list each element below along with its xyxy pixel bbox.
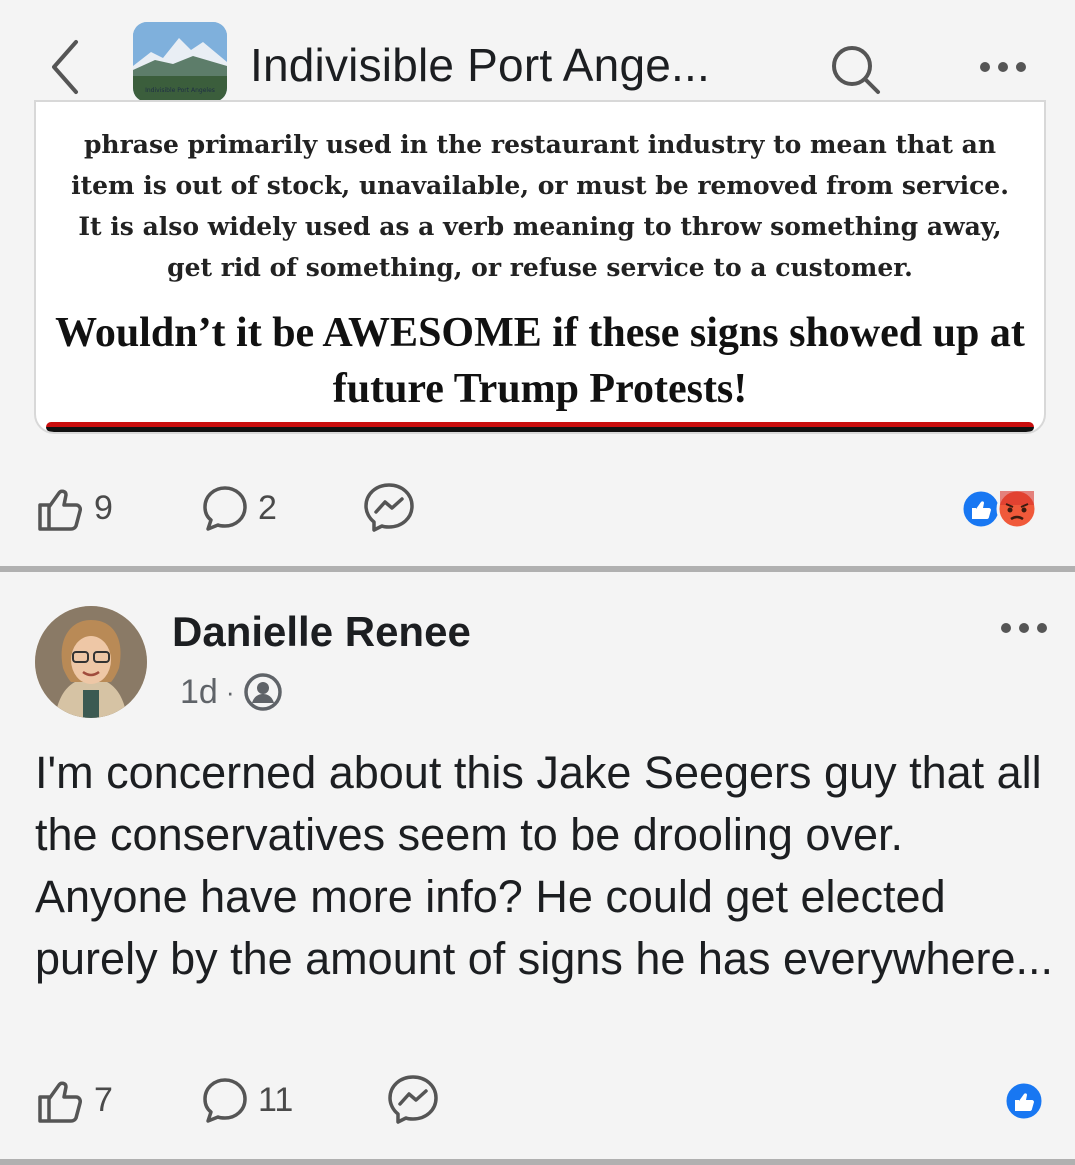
comment-count: 11: [258, 1080, 294, 1119]
comment-button[interactable]: 11: [200, 1070, 293, 1130]
shared-image-card[interactable]: phrase primarily used in the restaurant …: [34, 100, 1046, 434]
share-messenger-button[interactable]: [386, 1070, 440, 1130]
messenger-icon: [388, 1075, 438, 1124]
like-count: 7: [94, 1080, 113, 1119]
post-author[interactable]: Danielle Renee: [172, 608, 471, 656]
post-more-options-icon[interactable]: [998, 618, 1050, 638]
comment-bubble-icon: [203, 1078, 247, 1123]
like-reaction-icon: [1003, 1080, 1045, 1122]
post-actions: 7 11: [0, 1070, 1075, 1130]
post-meta: 1d ·: [180, 672, 283, 712]
reaction-summary[interactable]: [957, 486, 1047, 532]
angry-reaction-icon: [996, 488, 1038, 530]
card-body-text: phrase primarily used in the restaurant …: [71, 130, 1009, 282]
members-icon[interactable]: [243, 672, 283, 712]
like-reaction-icon: [960, 488, 1002, 530]
reaction-summary[interactable]: [1001, 1078, 1047, 1124]
group-avatar[interactable]: Indivisible Port Angeles: [133, 22, 227, 102]
like-button[interactable]: 7: [36, 1070, 113, 1130]
shared-post-actions: 9 2: [0, 478, 1075, 538]
card-headline: Wouldn’t it be AWESOME if these signs sh…: [55, 310, 1025, 412]
comment-bubble-icon: [203, 486, 247, 531]
group-icon-label: Indivisible Port Angeles: [145, 87, 215, 94]
post-timestamp[interactable]: 1d: [180, 673, 218, 712]
thumbs-up-icon: [38, 489, 82, 531]
post-body: I'm concerned about this Jake Seegers gu…: [35, 747, 1054, 984]
comment-button[interactable]: 2: [200, 478, 277, 538]
profile-photo-icon: [35, 606, 147, 718]
share-messenger-button[interactable]: [362, 478, 416, 538]
comment-count: 2: [258, 488, 277, 527]
meta-separator: ·: [225, 676, 235, 707]
more-options-icon[interactable]: [977, 54, 1029, 80]
post-divider: [0, 566, 1075, 572]
messenger-icon: [364, 483, 414, 532]
back-arrow-icon[interactable]: [40, 32, 90, 102]
thumbs-up-icon: [38, 1081, 82, 1123]
post-divider: [0, 1159, 1075, 1165]
search-icon[interactable]: [828, 42, 884, 98]
like-count: 9: [94, 488, 113, 527]
like-button[interactable]: 9: [36, 478, 113, 538]
avatar[interactable]: [35, 606, 147, 718]
card-border-band: [46, 422, 1034, 432]
group-title[interactable]: Indivisible Port Ange...: [250, 38, 710, 92]
